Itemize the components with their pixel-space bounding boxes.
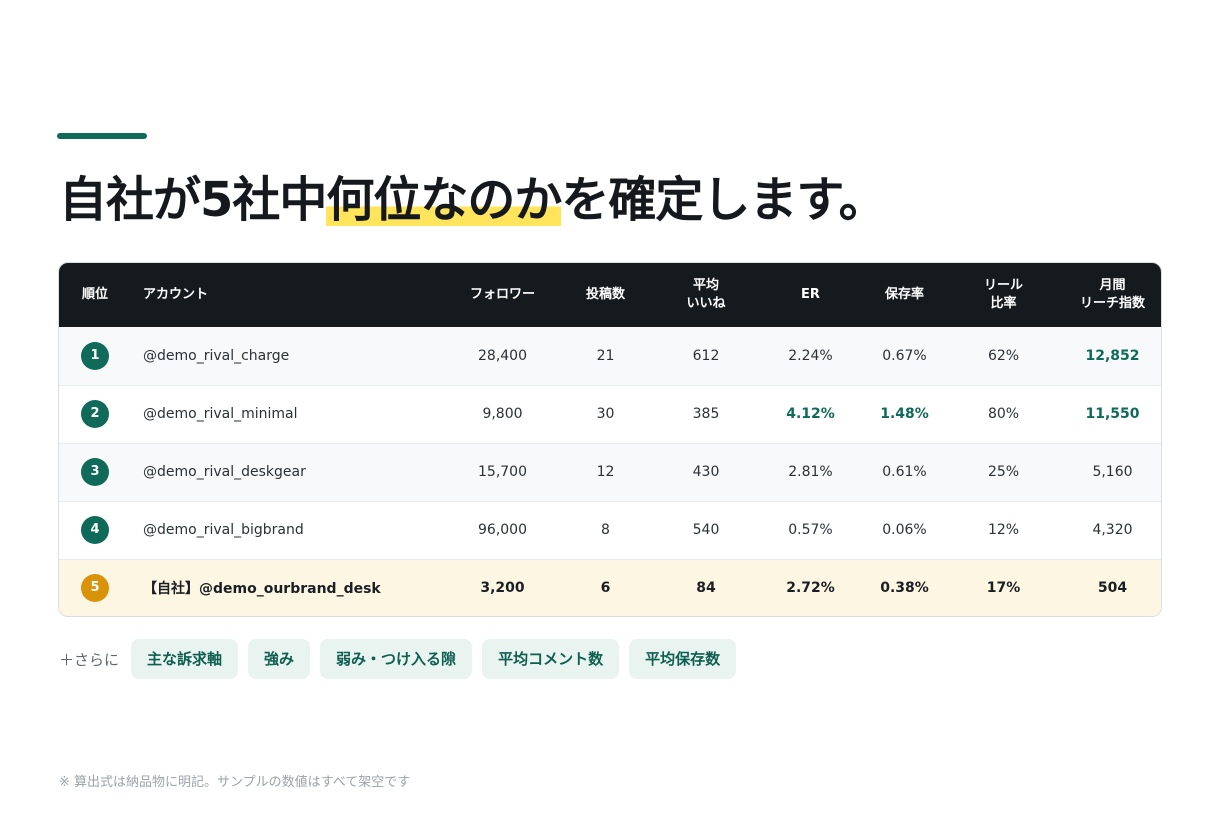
table-row: 1 @demo_rival_charge 28,400 21 612 2.24%… <box>59 327 1161 385</box>
header-rank: 順位 <box>81 287 108 302</box>
reel-ratio-cell: 17% <box>986 580 1021 597</box>
account-cell: @demo_rival_deskgear <box>143 464 306 480</box>
header-reach-line2: リーチ指数 <box>1079 296 1145 311</box>
followers-cell: 9,800 <box>482 406 523 422</box>
header-reach-line1: 月間 <box>1099 278 1126 293</box>
table-header-row: 順位 アカウント フォロワー 投稿数 平均いいね ER 保存率 リール比率 月間… <box>59 263 1161 327</box>
rank-badge: 2 <box>81 400 109 428</box>
avg-likes-cell: 612 <box>692 347 720 364</box>
avg-likes-cell: 84 <box>696 580 716 597</box>
header-monthly-reach: 月間 リーチ指数 <box>1062 263 1161 327</box>
reel-ratio-cell: 62% <box>987 347 1020 364</box>
table-row: 4 @demo_rival_bigbrand 96,000 8 540 0.57… <box>59 501 1161 559</box>
header-avg-likes-line2: いいね <box>686 296 726 311</box>
posts-cell: 12 <box>596 464 615 480</box>
rank-cell: 5 <box>59 559 131 616</box>
title-highlight: 何位なのか <box>326 172 562 228</box>
followers-cell: 15,700 <box>478 464 527 480</box>
rank-badge: 3 <box>81 458 109 486</box>
accent-bar <box>57 133 147 139</box>
er-cell: 4.12% <box>786 406 835 422</box>
more-items-row: ＋さらに 主な訴求軸 強み 弱み・つけ入る隙 平均コメント数 平均保存数 <box>59 639 737 679</box>
save-rate-cell: 0.38% <box>880 580 929 597</box>
avg-likes-cell: 385 <box>692 406 720 422</box>
page-title: 自社が5社中何位なのかを確定します。 <box>59 168 887 232</box>
header-avg-likes: 平均 いいね <box>655 263 757 327</box>
rank-badge-own: 5 <box>81 574 109 603</box>
posts-cell: 30 <box>596 406 615 422</box>
title-suffix: を確定します。 <box>561 172 886 228</box>
header-account: アカウント <box>143 287 209 302</box>
header-followers: フォロワー <box>469 287 535 302</box>
posts-cell: 8 <box>601 522 610 538</box>
header-reel-line1: リール <box>983 278 1023 293</box>
er-cell: 2.81% <box>788 464 833 480</box>
table-row: 2 @demo_rival_minimal 9,800 30 385 4.12%… <box>59 385 1161 443</box>
ranking-table-card: 順位 アカウント フォロワー 投稿数 平均いいね ER 保存率 リール比率 月間… <box>58 262 1162 617</box>
reel-ratio-cell: 25% <box>987 464 1020 480</box>
footnote: ※ 算出式は納品物に明記。サンプルの数値はすべて架空です <box>59 775 411 790</box>
header-save-rate: 保存率 <box>884 287 924 302</box>
header-posts: 投稿数 <box>585 287 625 302</box>
rank-badge: 4 <box>81 516 109 544</box>
posts-cell: 6 <box>600 580 611 597</box>
followers-cell: 3,200 <box>480 580 525 597</box>
header-reel-line2: 比率 <box>990 296 1017 311</box>
avg-likes-cell: 430 <box>692 464 720 480</box>
rank-badge: 1 <box>81 341 109 370</box>
chip-strengths: 強み <box>248 639 311 679</box>
followers-cell: 96,000 <box>478 522 527 538</box>
account-cell: @demo_rival_minimal <box>143 406 298 422</box>
er-cell: 0.57% <box>788 522 833 538</box>
header-er: ER <box>801 287 820 302</box>
avg-likes-cell: 540 <box>692 522 720 538</box>
er-cell: 2.72% <box>786 580 835 597</box>
header-avg-likes-line1: 平均 <box>692 278 719 293</box>
account-cell: @demo_rival_charge <box>143 347 290 364</box>
header-reel-ratio: リール 比率 <box>945 263 1062 327</box>
own-account-row: 5 【自社】@demo_ourbrand_desk 3,200 6 84 2.7… <box>59 559 1161 616</box>
save-rate-cell: 1.48% <box>880 406 929 422</box>
rank-cell: 1 <box>59 327 131 385</box>
save-rate-cell: 0.06% <box>882 522 927 538</box>
er-cell: 2.24% <box>788 347 833 364</box>
rank-cell: 2 <box>59 385 131 443</box>
reach-cell: 5,160 <box>1092 464 1133 480</box>
more-label: ＋さらに <box>59 650 120 669</box>
table-row: 3 @demo_rival_deskgear 15,700 12 430 2.8… <box>59 443 1161 501</box>
save-rate-cell: 0.67% <box>882 347 927 364</box>
title-prefix: 自社が5社中 <box>59 172 327 228</box>
chip-avg-comments: 平均コメント数 <box>482 639 620 679</box>
posts-cell: 21 <box>596 347 615 364</box>
reach-cell: 4,320 <box>1092 522 1133 538</box>
rank-cell: 3 <box>59 443 131 501</box>
chip-main-appeal: 主な訴求軸 <box>131 639 239 679</box>
followers-cell: 28,400 <box>478 347 527 364</box>
reach-cell: 504 <box>1097 580 1128 597</box>
save-rate-cell: 0.61% <box>882 464 927 480</box>
reach-cell: 11,550 <box>1085 406 1140 422</box>
account-cell: @demo_rival_bigbrand <box>143 522 304 538</box>
reel-ratio-cell: 12% <box>987 522 1020 538</box>
account-cell: 【自社】@demo_ourbrand_desk <box>143 581 381 598</box>
ranking-table: 順位 アカウント フォロワー 投稿数 平均いいね ER 保存率 リール比率 月間… <box>59 263 1161 616</box>
rank-cell: 4 <box>59 501 131 559</box>
chip-avg-saves: 平均保存数 <box>629 639 737 679</box>
reel-ratio-cell: 80% <box>987 406 1020 422</box>
reach-cell: 12,852 <box>1085 347 1140 364</box>
chip-weaknesses: 弱み・つけ入る隙 <box>320 639 473 679</box>
